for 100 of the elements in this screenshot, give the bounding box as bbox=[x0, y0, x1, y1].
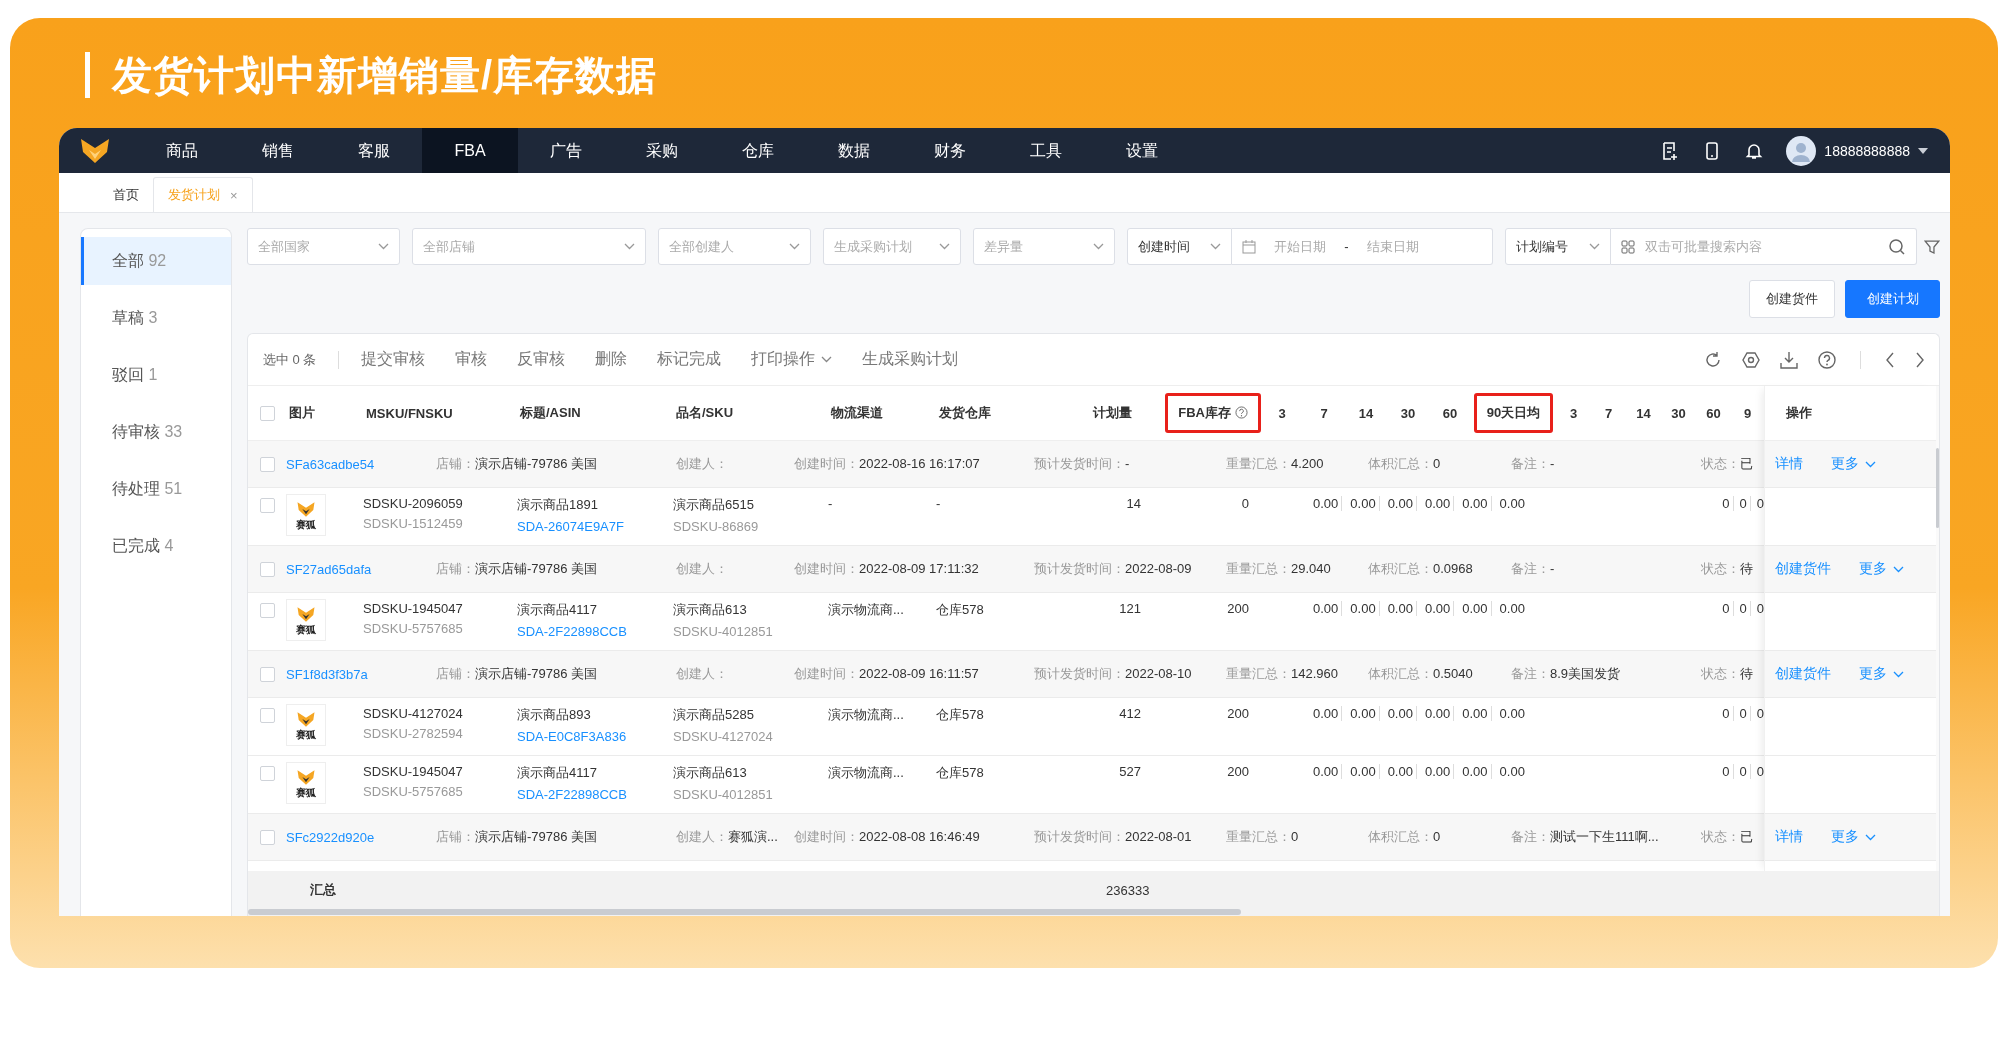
title-bar bbox=[85, 52, 90, 98]
table-cell: 0 bbox=[1722, 601, 1734, 616]
grid-icon[interactable] bbox=[1621, 239, 1636, 254]
table-cell-text: 演示物流商... bbox=[828, 764, 905, 782]
row-action-link[interactable]: 更多 bbox=[1859, 665, 1904, 683]
download-icon[interactable] bbox=[1780, 350, 1798, 369]
search-field[interactable]: 双击可批量搜索内容 bbox=[1611, 228, 1918, 265]
user-name[interactable]: 18888888888 bbox=[1824, 142, 1910, 159]
next-icon[interactable] bbox=[1915, 351, 1925, 368]
toolbar-action[interactable]: 删除 bbox=[595, 349, 628, 370]
nav-item[interactable]: 工具 bbox=[998, 128, 1094, 173]
table-cell: 200 bbox=[1227, 706, 1249, 721]
date-range-field[interactable]: 开始日期 - 结束日期 bbox=[1232, 228, 1494, 265]
toolbar-action[interactable]: 审核 bbox=[455, 349, 488, 370]
row-action-link[interactable]: 更多 bbox=[1831, 828, 1876, 846]
checkbox[interactable] bbox=[259, 405, 275, 421]
action-button[interactable]: 创建计划 bbox=[1845, 280, 1940, 318]
column-header: 7 bbox=[1603, 404, 1614, 423]
asin-link[interactable]: SDA-2F22898CCB bbox=[517, 624, 673, 639]
plan-number-link[interactable]: SF1f8d3f3b7a bbox=[286, 666, 368, 682]
checkbox[interactable] bbox=[259, 603, 275, 618]
checkbox[interactable] bbox=[259, 498, 275, 513]
group-field: 创建时间：2022-08-09 17:11:32 bbox=[794, 560, 1034, 578]
checkbox[interactable] bbox=[259, 708, 275, 723]
row-action-link[interactable]: 创建货件 bbox=[1775, 665, 1831, 683]
filter-icon[interactable] bbox=[1924, 238, 1940, 255]
search-icon[interactable] bbox=[1888, 237, 1907, 256]
table-cell-text: - bbox=[828, 496, 834, 511]
nav-item[interactable]: 仓库 bbox=[710, 128, 806, 173]
page-tab[interactable]: 发货计划 × bbox=[153, 177, 253, 212]
refresh-icon[interactable] bbox=[1704, 350, 1722, 369]
toolbar-action[interactable]: 反审核 bbox=[517, 349, 566, 370]
select-field[interactable]: 差异量 bbox=[972, 228, 1115, 265]
group-field: 状态：待 bbox=[1701, 665, 1764, 683]
nav-item[interactable]: 设置 bbox=[1094, 128, 1190, 173]
toolbar-action[interactable]: 提交审核 bbox=[361, 349, 426, 370]
scrollbar-thumb[interactable] bbox=[1936, 448, 1939, 528]
row-action-link[interactable]: 详情 bbox=[1775, 455, 1803, 473]
toolbar-action[interactable]: 打印操作 bbox=[751, 349, 833, 370]
row-action-link[interactable]: 更多 bbox=[1859, 560, 1904, 578]
sidebar-item[interactable]: 待审核 33 bbox=[81, 408, 231, 456]
summary-total: 236333 bbox=[1106, 882, 1150, 898]
page-tab[interactable]: 首页 bbox=[99, 178, 153, 212]
nav-item[interactable]: 商品 bbox=[134, 128, 230, 173]
table-cell-text: SDSKU-4127024 bbox=[673, 729, 774, 744]
plan-number-link[interactable]: SFc2922d920e bbox=[286, 829, 375, 845]
row-action-link[interactable]: 详情 bbox=[1775, 828, 1803, 846]
group-field: 创建人： bbox=[676, 455, 794, 473]
nav-item[interactable]: 销售 bbox=[230, 128, 326, 173]
plan-number-link[interactable]: SFa63cadbe54 bbox=[286, 456, 375, 472]
select-field[interactable]: 全部国家 bbox=[247, 228, 400, 265]
caret-icon[interactable] bbox=[1918, 147, 1928, 154]
avatar-icon[interactable] bbox=[1786, 135, 1817, 166]
row-action-link[interactable]: 创建货件 bbox=[1775, 560, 1831, 578]
column-header: 物流渠道 bbox=[830, 404, 884, 422]
table-cell-text: 演示商品613 bbox=[673, 601, 748, 619]
scrollbar-thumb[interactable] bbox=[248, 909, 1241, 915]
sidebar-item[interactable]: 已完成 4 bbox=[81, 522, 231, 570]
select-field[interactable]: 计划编号 bbox=[1505, 228, 1612, 265]
nav-item[interactable]: FBA bbox=[422, 128, 518, 173]
fox-icon bbox=[296, 500, 316, 518]
group-field: 体积汇总：0 bbox=[1368, 455, 1511, 473]
help-icon[interactable] bbox=[1235, 406, 1248, 419]
sidebar-item[interactable]: 驳回 1 bbox=[81, 351, 231, 399]
group-field: 店铺：演示店铺-79786 美国 bbox=[436, 455, 676, 473]
asin-link[interactable]: SDA-E0C8F3A836 bbox=[517, 729, 673, 744]
toolbar-action[interactable]: 标记完成 bbox=[657, 349, 722, 370]
tab-label[interactable]: 首页 bbox=[113, 186, 139, 204]
table-cell-text: SDSKU-4012851 bbox=[673, 787, 774, 802]
help-icon[interactable] bbox=[1818, 350, 1836, 369]
nav-item[interactable]: 客服 bbox=[326, 128, 422, 173]
checkbox[interactable] bbox=[259, 666, 275, 682]
group-field: 创建人：赛狐演... bbox=[676, 828, 794, 846]
checkbox[interactable] bbox=[259, 561, 275, 577]
table-cell-text: 演示商品6515 bbox=[673, 496, 755, 514]
select-field[interactable]: 全部创建人 bbox=[657, 228, 812, 265]
checkbox[interactable] bbox=[259, 766, 275, 781]
nav-item[interactable]: 广告 bbox=[518, 128, 614, 173]
checkbox[interactable] bbox=[259, 456, 275, 472]
table-cell-text: 演示商品893 bbox=[517, 706, 592, 724]
asin-link[interactable]: SDA-2F22898CCB bbox=[517, 787, 673, 802]
checkbox[interactable] bbox=[259, 829, 275, 845]
sidebar-item[interactable]: 待处理 51 bbox=[81, 465, 231, 513]
nav-item[interactable]: 数据 bbox=[806, 128, 902, 173]
table-cell-text: SDSKU-5757685 bbox=[363, 621, 464, 636]
action-button[interactable]: 创建货件 bbox=[1749, 280, 1835, 318]
row-action-link[interactable]: 更多 bbox=[1831, 455, 1876, 473]
sidebar-item[interactable]: 全部 92 bbox=[81, 237, 231, 285]
toolbar-action[interactable]: 生成采购计划 bbox=[862, 349, 959, 370]
nav-item[interactable]: 采购 bbox=[614, 128, 710, 173]
close-icon[interactable]: × bbox=[230, 187, 238, 203]
nav-item[interactable]: 财务 bbox=[902, 128, 998, 173]
asin-link[interactable]: SDA-26074E9A7F bbox=[517, 519, 673, 534]
sidebar-item[interactable]: 草稿 3 bbox=[81, 294, 231, 342]
previous-icon[interactable] bbox=[1885, 351, 1895, 368]
select-field[interactable]: 全部店铺 bbox=[411, 228, 646, 265]
plan-number-link[interactable]: SF27ad65dafa bbox=[286, 561, 372, 577]
select-field[interactable]: 生成采购计划 bbox=[823, 228, 961, 265]
settings-icon[interactable] bbox=[1742, 350, 1760, 369]
select-field[interactable]: 创建时间 bbox=[1126, 228, 1233, 265]
